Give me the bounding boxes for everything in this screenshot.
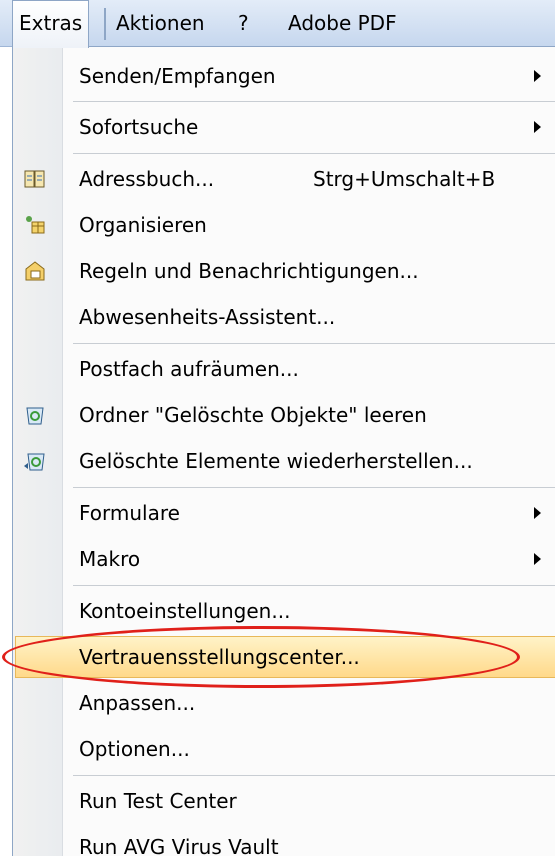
menubar-adobe-pdf[interactable]: Adobe PDF bbox=[282, 0, 403, 47]
menu-item-label: Regeln und Benachrichtigungen... bbox=[79, 259, 419, 283]
menu-item-run-avg-virus-vault[interactable]: Run AVG Virus Vault bbox=[13, 824, 555, 856]
menu-item-vertrauensstellungscenter[interactable]: Vertrauensstellungscenter... bbox=[13, 634, 555, 680]
menu-item-ordner-leeren[interactable]: Ordner "Gelöschte Objekte" leeren bbox=[13, 392, 555, 438]
menu-item-label: Kontoeinstellungen... bbox=[79, 599, 291, 623]
empty-deleted-items-icon bbox=[23, 403, 47, 427]
rules-icon bbox=[23, 259, 47, 283]
menu-item-anpassen[interactable]: Anpassen... bbox=[13, 680, 555, 726]
menu-item-abwesenheits-assistent[interactable]: Abwesenheits-Assistent... bbox=[13, 294, 555, 340]
menu-item-run-test-center[interactable]: Run Test Center bbox=[13, 778, 555, 824]
menu-item-label: Senden/Empfangen bbox=[79, 64, 276, 88]
menu-item-label: Abwesenheits-Assistent... bbox=[79, 305, 336, 329]
menu-item-label: Vertrauensstellungscenter... bbox=[79, 645, 360, 669]
menu-bar: Extras Aktionen ? Adobe PDF bbox=[0, 0, 555, 48]
menu-item-senden-empfangen[interactable]: Senden/Empfangen bbox=[13, 53, 555, 99]
menu-item-adressbuch[interactable]: Adressbuch... Strg+Umschalt+B bbox=[13, 156, 555, 202]
extras-dropdown-menu: Senden/Empfangen Sofortsuche Adressbuch.… bbox=[12, 46, 555, 856]
menu-item-label: Organisieren bbox=[79, 213, 207, 237]
submenu-arrow-icon bbox=[534, 121, 541, 133]
menubar-separator bbox=[104, 8, 106, 40]
menu-item-formulare[interactable]: Formulare bbox=[13, 490, 555, 536]
menu-item-makro[interactable]: Makro bbox=[13, 536, 555, 582]
menubar-label: Extras bbox=[19, 11, 83, 35]
menu-item-label: Adressbuch... bbox=[79, 167, 215, 191]
menu-divider bbox=[73, 343, 555, 344]
menu-item-elemente-wiederherstellen[interactable]: Gelöschte Elemente wiederherstellen... bbox=[13, 438, 555, 484]
menu-divider bbox=[73, 487, 555, 488]
menu-divider bbox=[73, 775, 555, 776]
menu-item-label: Formulare bbox=[79, 501, 180, 525]
menu-divider bbox=[73, 585, 555, 586]
menubar-help[interactable]: ? bbox=[232, 0, 255, 47]
menu-item-label: Sofortsuche bbox=[79, 115, 199, 139]
menubar-aktionen[interactable]: Aktionen bbox=[110, 0, 211, 47]
submenu-arrow-icon bbox=[534, 553, 541, 565]
menu-item-label: Run AVG Virus Vault bbox=[79, 835, 279, 856]
menu-item-label: Optionen... bbox=[79, 737, 190, 761]
menu-item-label: Ordner "Gelöschte Objekte" leeren bbox=[79, 403, 427, 427]
submenu-arrow-icon bbox=[534, 70, 541, 82]
menu-item-label: Gelöschte Elemente wiederherstellen... bbox=[79, 449, 473, 473]
menu-item-regeln[interactable]: Regeln und Benachrichtigungen... bbox=[13, 248, 555, 294]
menubar-label: Adobe PDF bbox=[288, 11, 397, 35]
menubar-extras[interactable]: Extras bbox=[12, 0, 90, 48]
menubar-label: Aktionen bbox=[116, 11, 205, 35]
menu-item-label: Postfach aufräumen... bbox=[79, 357, 299, 381]
menubar-label: ? bbox=[238, 11, 249, 35]
menu-divider bbox=[73, 101, 555, 102]
menu-item-label: Makro bbox=[79, 547, 141, 571]
menu-divider bbox=[73, 153, 555, 154]
menu-item-label: Run Test Center bbox=[79, 789, 237, 813]
menu-item-sofortsuche[interactable]: Sofortsuche bbox=[13, 104, 555, 150]
menu-item-postfach-aufraeumen[interactable]: Postfach aufräumen... bbox=[13, 346, 555, 392]
menu-item-kontoeinstellungen[interactable]: Kontoeinstellungen... bbox=[13, 588, 555, 634]
submenu-arrow-icon bbox=[534, 507, 541, 519]
menu-item-organisieren[interactable]: Organisieren bbox=[13, 202, 555, 248]
menu-item-optionen[interactable]: Optionen... bbox=[13, 726, 555, 772]
organize-icon bbox=[23, 213, 47, 237]
menu-item-label: Anpassen... bbox=[79, 691, 196, 715]
recover-deleted-items-icon bbox=[23, 449, 47, 473]
address-book-icon bbox=[23, 167, 47, 191]
menu-item-shortcut: Strg+Umschalt+B bbox=[313, 167, 496, 191]
